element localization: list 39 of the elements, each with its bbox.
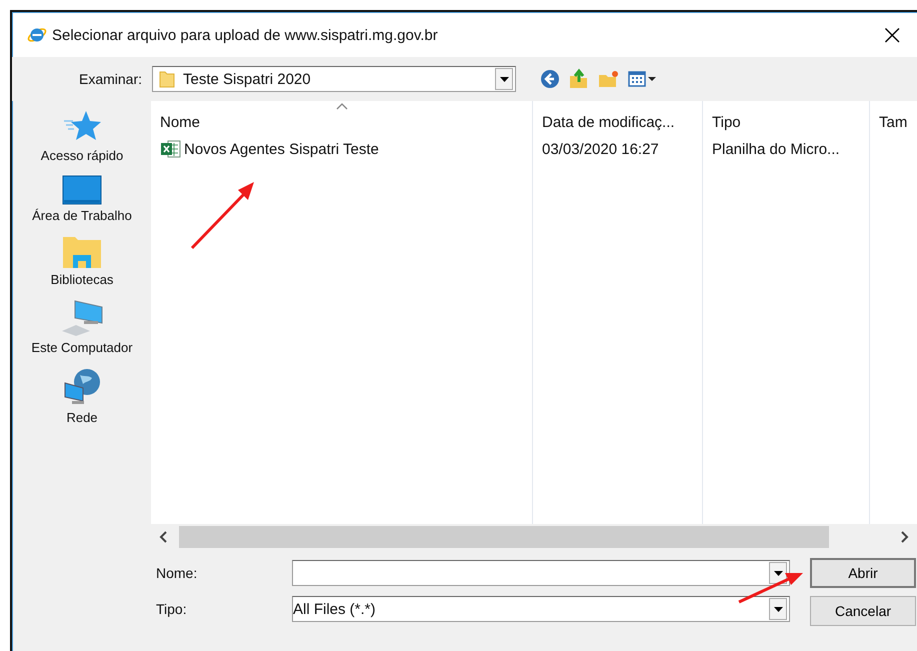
file-row[interactable]: Novos Agentes Sispatri Teste 03/03/2020 16:27 Planilha do Micro... [151, 135, 917, 163]
new-folder-icon[interactable] [598, 69, 620, 89]
location-label: Examinar: [79, 71, 142, 87]
library-folder-icon [62, 235, 102, 269]
field-label: Nome: [155, 565, 198, 581]
column-header[interactable]: Tam [870, 101, 917, 135]
horizontal-scrollbar[interactable] [151, 524, 917, 550]
input-field[interactable]: All Files (*.*) [292, 596, 790, 622]
field-label: Tipo: [155, 601, 188, 617]
view-menu-icon[interactable] [628, 71, 658, 87]
window-title: Selecionar arquivo para upload de www.sispatri.mg.gov.br [52, 26, 439, 44]
table-cell: Planilha do Micro... [712, 140, 840, 158]
column-header[interactable]: Tipo [703, 101, 870, 135]
sidebar-item[interactable]: Este Computador [31, 299, 133, 357]
sidebar-item[interactable]: Bibliotecas [50, 235, 114, 289]
desktop-icon [62, 175, 102, 205]
field-value: All Files (*.*) [293, 600, 377, 618]
column-header[interactable]: Data de modificaç... [533, 101, 703, 135]
computer-icon [60, 299, 104, 337]
spreadsheet-icon [160, 140, 182, 158]
dialog-button[interactable]: Cancelar [810, 596, 916, 626]
input-field[interactable] [292, 560, 790, 586]
network-icon [62, 367, 102, 407]
back-icon[interactable] [540, 69, 560, 89]
dialog-button[interactable]: Abrir [810, 558, 916, 588]
close-button[interactable]: × [874, 21, 910, 49]
table-cell: Novos Agentes Sispatri Teste [184, 140, 379, 158]
table-cell: 03/03/2020 16:27 [542, 140, 659, 158]
scrollbar-thumb[interactable] [179, 526, 829, 548]
sidebar-item[interactable]: Acesso rápido [40, 109, 124, 165]
folder-icon [159, 70, 176, 88]
annotation-arrow [737, 570, 805, 604]
sort-caret-icon [336, 103, 348, 110]
sidebar-item[interactable]: Área de Trabalho [32, 175, 132, 225]
location-dropdown[interactable]: Teste Sispatri 2020 [152, 66, 516, 92]
sidebar-item[interactable]: Rede [62, 367, 102, 427]
scroll-left-icon[interactable] [159, 531, 169, 543]
scroll-right-icon[interactable] [899, 531, 909, 543]
column-header[interactable]: Nome [151, 101, 533, 135]
